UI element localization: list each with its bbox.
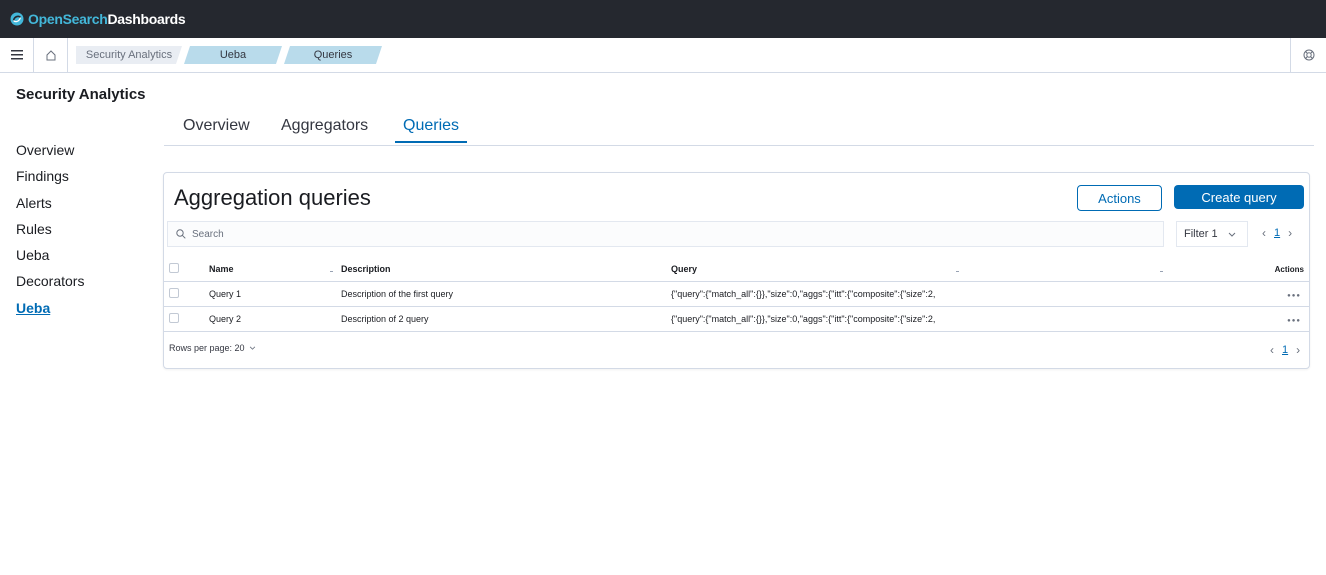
breadcrumb-security-analytics[interactable]: Security Analytics [76, 46, 182, 64]
table-header-row: Name Description Query Actions [164, 257, 1309, 282]
actions-button[interactable]: Actions [1077, 185, 1162, 211]
chevron-down-icon [1228, 232, 1235, 237]
column-divider [956, 271, 959, 272]
opensearch-logo-icon [10, 12, 24, 26]
side-nav: Security Analytics Overview Findings Ale… [16, 86, 156, 321]
select-all-checkbox[interactable] [169, 263, 179, 273]
breadcrumb-ueba[interactable]: Ueba [184, 46, 282, 64]
rows-per-page-select[interactable]: Rows per page: 20 [169, 343, 256, 353]
page-link[interactable]: 1 [1282, 344, 1288, 356]
hamburger-icon [10, 50, 23, 60]
filter-label: Filter 1 [1184, 228, 1218, 240]
row-checkbox[interactable] [169, 313, 179, 323]
search-input[interactable]: Search [167, 221, 1164, 247]
tab-bar: Overview Aggregators Queries [164, 112, 1314, 146]
search-icon [176, 229, 186, 239]
query-description: Description of 2 query [341, 314, 429, 324]
search-placeholder: Search [192, 228, 224, 240]
column-header-query[interactable]: Query [671, 257, 697, 282]
column-header-actions: Actions [1274, 265, 1304, 274]
home-button[interactable] [34, 38, 68, 72]
rows-per-page-label: Rows per page: 20 [169, 343, 245, 353]
panel-title: Aggregation queries [174, 185, 371, 210]
create-query-button[interactable]: Create query [1174, 185, 1304, 209]
row-actions-icon[interactable]: ●●● [1287, 318, 1301, 324]
sidebar-item-ueba-active[interactable]: Ueba [16, 295, 156, 321]
filter-select[interactable]: Filter 1 [1176, 221, 1248, 247]
queries-panel: Aggregation queries Actions Create query… [163, 172, 1310, 369]
sidebar-item-findings[interactable]: Findings [16, 163, 156, 189]
chevron-right-icon[interactable]: › [1288, 226, 1292, 240]
query-body: {"query":{"match_all":{}},"size":0,"aggs… [671, 314, 936, 324]
side-nav-title: Security Analytics [16, 86, 146, 103]
home-icon [46, 50, 55, 61]
chevron-right-icon[interactable]: › [1296, 343, 1300, 357]
help-button[interactable] [1290, 38, 1326, 72]
chevron-down-icon [249, 346, 255, 350]
query-name: Query 2 [209, 314, 242, 324]
table-row[interactable]: Query 2 Description of 2 query {"query":… [164, 307, 1309, 332]
queries-table: Name Description Query Actions Query 1 D… [164, 257, 1309, 332]
table-row[interactable]: Query 1 Description of the first query {… [164, 282, 1309, 307]
row-checkbox[interactable] [169, 288, 179, 298]
tab-queries[interactable]: Queries [395, 117, 468, 143]
query-description: Description of the first query [341, 289, 454, 299]
sidebar-item-decorators[interactable]: Decorators [16, 268, 156, 294]
brand-name: OpenSearchDashboards [28, 11, 186, 27]
tab-overview[interactable]: Overview [175, 117, 258, 141]
top-header: OpenSearchDashboards [0, 0, 1326, 38]
page-link[interactable]: 1 [1274, 227, 1280, 239]
brand-name-rest: Dashboards [107, 11, 186, 27]
query-name: Query 1 [209, 289, 242, 299]
sidebar-item-alerts[interactable]: Alerts [16, 190, 156, 216]
tab-aggregators[interactable]: Aggregators [273, 117, 376, 141]
top-pagination: ‹ 1 › [1262, 226, 1292, 240]
query-body: {"query":{"match_all":{}},"size":0,"aggs… [671, 289, 936, 299]
column-header-description[interactable]: Description [341, 257, 391, 282]
chevron-left-icon[interactable]: ‹ [1270, 343, 1274, 357]
breadcrumb: Security Analytics Ueba Queries [76, 46, 382, 64]
help-icon [1303, 49, 1314, 61]
opensearch-logo[interactable]: OpenSearchDashboards [10, 11, 186, 27]
bottom-pagination: ‹ 1 › [1270, 343, 1300, 357]
column-divider [1160, 271, 1163, 272]
breadcrumb-bar: Security Analytics Ueba Queries [0, 38, 1326, 73]
chevron-left-icon[interactable]: ‹ [1262, 226, 1266, 240]
column-divider [330, 271, 333, 272]
sidebar-item-rules[interactable]: Rules [16, 216, 156, 242]
sidebar-item-overview[interactable]: Overview [16, 137, 156, 163]
breadcrumb-queries: Queries [284, 46, 382, 64]
column-header-name[interactable]: Name [209, 257, 234, 282]
row-actions-icon[interactable]: ●●● [1287, 293, 1301, 299]
brand-name-open: OpenSearch [28, 11, 108, 27]
sidebar-item-ueba[interactable]: Ueba [16, 242, 156, 268]
menu-button[interactable] [0, 38, 34, 72]
